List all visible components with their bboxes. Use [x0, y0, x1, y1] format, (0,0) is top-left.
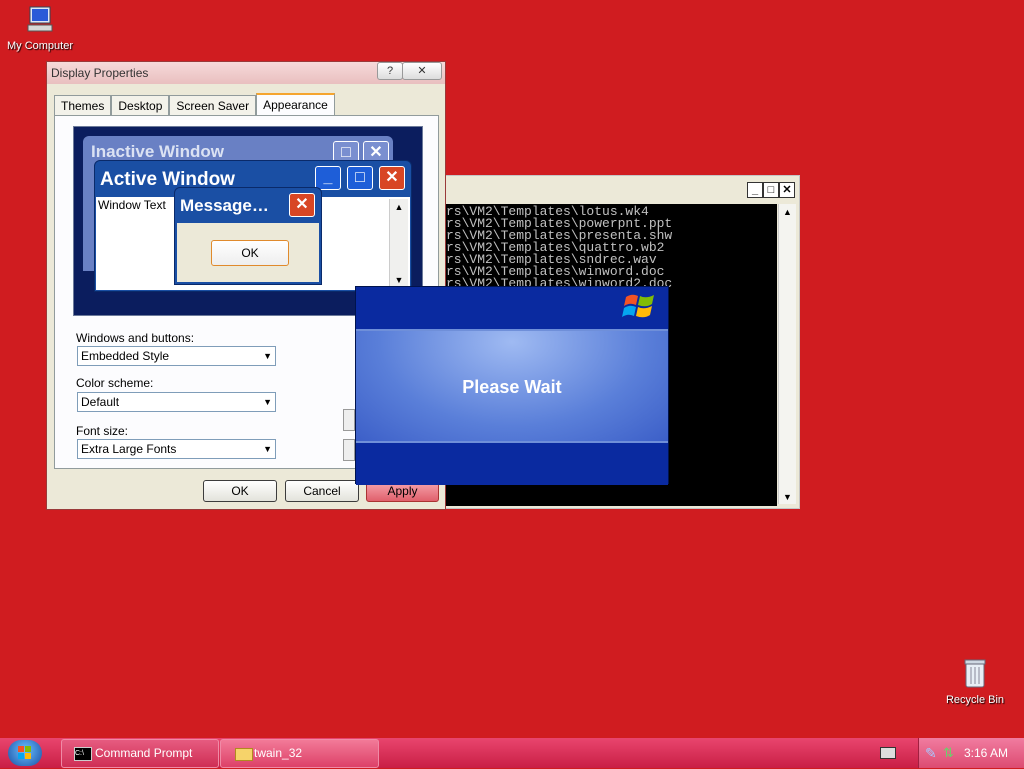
maximize-icon: □	[347, 166, 373, 190]
windows-buttons-label: Windows and buttons:	[76, 331, 195, 345]
please-wait-text: Please Wait	[462, 377, 562, 397]
scroll-down-icon[interactable]: ▼	[779, 492, 796, 502]
please-wait-header	[356, 287, 668, 331]
recycle-bin-label: Recycle Bin	[945, 694, 1005, 706]
close-button[interactable]: ✕	[779, 182, 795, 198]
display-properties-titlebar[interactable]: Display Properties ? ✕	[47, 62, 445, 84]
font-size-value: Extra Large Fonts	[81, 442, 177, 456]
preview-scrollbar: ▲ ▼	[389, 199, 408, 287]
help-button[interactable]: ?	[377, 62, 403, 80]
start-button[interactable]	[8, 740, 42, 766]
clock[interactable]: 3:16 AM	[964, 746, 1008, 760]
font-size-label: Font size:	[76, 424, 129, 438]
taskbar-item-twain32[interactable]: twain_32	[220, 739, 379, 768]
font-size-dropdown[interactable]: Extra Large Fonts ▼	[77, 439, 276, 459]
tab-desktop[interactable]: Desktop	[111, 95, 170, 116]
maximize-button[interactable]: □	[763, 182, 779, 198]
taskbar: C:\ Command Prompt twain_32 ✎ ⇅ 3:16 AM	[0, 738, 1024, 768]
taskbar-item-label: twain_32	[254, 746, 303, 760]
close-button[interactable]: ✕	[402, 62, 442, 80]
cancel-button[interactable]: Cancel	[285, 480, 359, 502]
keyboard-icon[interactable]	[880, 747, 896, 759]
my-computer-icon	[0, 5, 85, 38]
windows-buttons-dropdown[interactable]: Embedded Style ▼	[77, 346, 276, 366]
chevron-down-icon: ▼	[263, 351, 272, 361]
tab-screen-saver[interactable]: Screen Saver	[169, 95, 257, 116]
please-wait-dialog: Please Wait	[355, 286, 669, 485]
please-wait-footer	[356, 441, 668, 485]
minimize-icon: _	[315, 166, 341, 190]
color-scheme-dropdown[interactable]: Default ▼	[77, 392, 276, 412]
recycle-bin-icon	[930, 657, 1020, 692]
folder-icon	[235, 748, 253, 761]
minimize-button[interactable]: _	[747, 182, 763, 198]
color-scheme-label: Color scheme:	[76, 376, 154, 390]
system-tray: ✎ ⇅ 3:16 AM	[918, 738, 1024, 768]
windows-buttons-value: Embedded Style	[81, 349, 170, 363]
close-icon: ✕	[289, 193, 315, 217]
command-prompt-titlebar[interactable]: _ □ ✕	[446, 176, 799, 204]
chevron-down-icon: ▼	[263, 444, 272, 454]
network-icon[interactable]: ⇅	[943, 745, 954, 761]
windows-orb-icon	[18, 746, 31, 759]
tab-strip: Themes Desktop Screen Saver Appearance	[54, 93, 335, 118]
please-wait-body: Please Wait	[356, 331, 668, 441]
chevron-up-icon: ▲	[394, 202, 404, 212]
chevron-down-icon: ▼	[394, 275, 404, 285]
window-title: Display Properties	[51, 66, 149, 80]
tab-themes[interactable]: Themes	[54, 95, 112, 116]
console-scrollbar[interactable]: ▲ ▼	[778, 204, 796, 504]
desktop-icon-recycle-bin[interactable]: Recycle Bin	[930, 657, 1020, 706]
close-icon: ✕	[379, 166, 405, 190]
color-scheme-value: Default	[81, 395, 120, 409]
preview-ok-button: OK	[211, 240, 289, 266]
chevron-down-icon: ▼	[263, 397, 272, 407]
ok-button[interactable]: OK	[203, 480, 277, 502]
pen-icon[interactable]: ✎	[925, 745, 937, 762]
desktop-icon-my-computer[interactable]: My Computer	[0, 5, 85, 52]
taskbar-item-command-prompt[interactable]: C:\ Command Prompt	[61, 739, 219, 768]
message-box-body: OK	[177, 223, 319, 282]
scroll-up-icon[interactable]: ▲	[779, 207, 796, 217]
taskbar-item-label: Command Prompt	[95, 746, 193, 760]
my-computer-label: My Computer	[6, 40, 74, 52]
windows-logo-icon	[622, 291, 658, 326]
effects-button[interactable]	[343, 409, 355, 431]
command-prompt-icon: C:\	[74, 747, 92, 761]
message-box-preview: Message… ✕ OK	[174, 187, 322, 285]
advanced-button[interactable]	[343, 439, 355, 461]
